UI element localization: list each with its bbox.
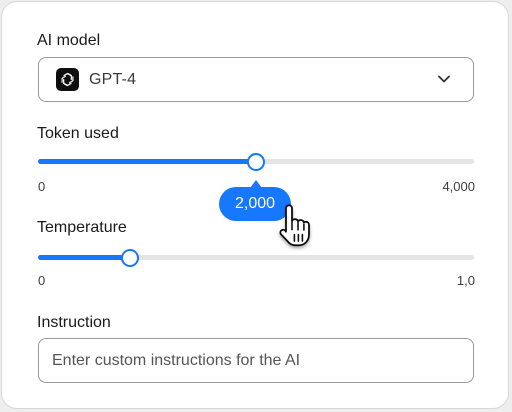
model-select-value: GPT-4: [89, 71, 137, 88]
hand-pointer-icon: [276, 204, 318, 257]
temperature-slider-fill: [38, 255, 130, 260]
token-min-label: 0: [38, 179, 46, 194]
instruction-input[interactable]: [38, 338, 474, 383]
temperature-slider-thumb[interactable]: [120, 248, 139, 267]
temperature-label: Temperature: [37, 219, 127, 236]
chevron-down-icon[interactable]: [437, 72, 451, 91]
temperature-min-label: 0: [38, 273, 46, 288]
token-used-label: Token used: [37, 125, 119, 142]
instruction-label: Instruction: [37, 314, 111, 331]
temperature-slider[interactable]: [38, 248, 474, 267]
token-max-label: 4,000: [442, 179, 475, 194]
token-slider-fill: [38, 159, 256, 164]
ai-model-label: AI model: [37, 32, 101, 49]
temperature-max-label: 1,0: [456, 273, 475, 288]
token-slider-thumb[interactable]: [247, 152, 265, 171]
model-select[interactable]: GPT-4: [38, 57, 474, 102]
openai-logo-icon: [56, 68, 79, 91]
token-slider[interactable]: [38, 152, 474, 171]
